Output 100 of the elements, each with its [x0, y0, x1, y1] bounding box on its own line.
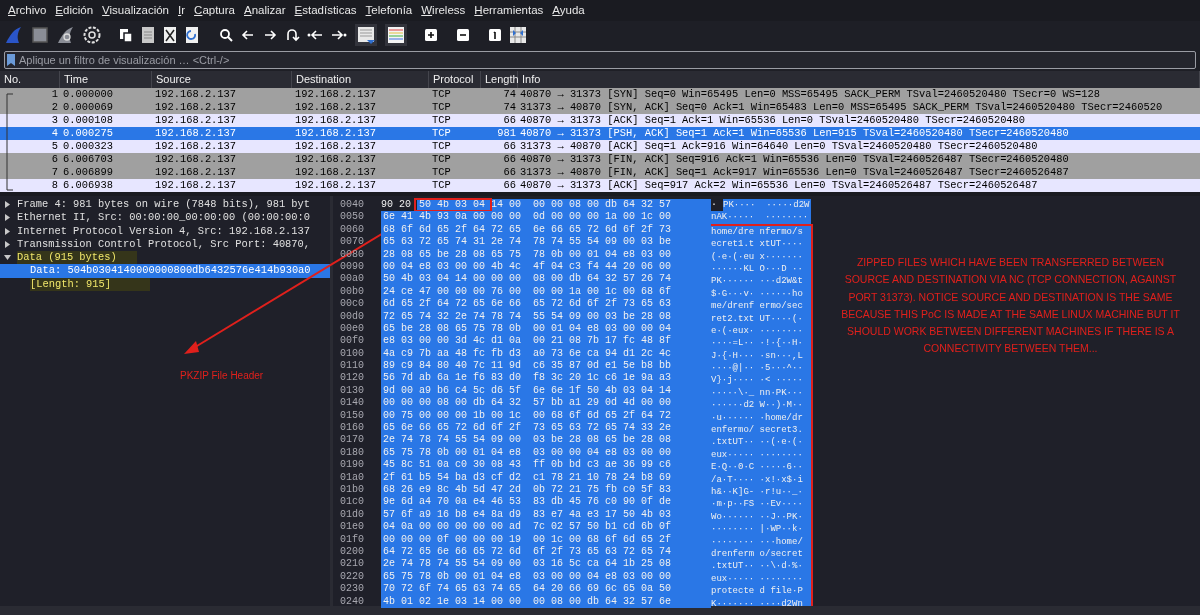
hex-bytes[interactable]: 04 0a 00 00 00 00 00 ad 7c 02 57 50 b1 cd 6b 0f — [381, 521, 711, 534]
colorize-icon[interactable] — [384, 23, 408, 47]
expand-arrow-icon[interactable] — [4, 227, 11, 235]
menu-item[interactable]: Ir — [178, 1, 186, 20]
packet-row[interactable]: 2 0.000069 192.168.2.137 192.168.2.137 TCP 74 31373 → 40870 [SYN, ACK] Seq=0 Ack=1 Win=65483 Len=0 MSS=65495 SACK_PERM TSval=2460520480 TSecr=2460520 — [0, 101, 1200, 114]
ascii-text[interactable]: protecte d file·P — [711, 585, 811, 598]
hex-bytes[interactable]: 9e 6d a4 70 0a e4 46 53 83 db 45 76 c0 90 0f de — [381, 496, 711, 509]
packet-row[interactable]: 7 6.006899 192.168.2.137 192.168.2.137 TCP 66 31373 → 40870 [FIN, ACK] Seq=1 Ack=917 Win=65536 Len=0 TSval=2460526487 TSecr=2460526487 — [0, 166, 1200, 179]
ascii-text[interactable]: ecret1.t xtUT···· — [711, 238, 811, 251]
shark-fin-icon[interactable] — [4, 25, 24, 45]
table-cell-text: TCP — [431, 166, 452, 179]
display-filter-field[interactable]: Aplique un filtro de visualización … <Ctrl-/> — [4, 51, 1196, 69]
menu-item[interactable]: Analizar — [244, 1, 286, 20]
packet-row[interactable]: 4 0.000275 192.168.2.137 192.168.2.137 TCP 981 40870 → 31373 [PSH, ACK] Seq=1 Ack=1 Win=65536 Len=915 TSval=2460520480 TSecr=2460520480 — [0, 127, 1200, 140]
autoscroll-icon[interactable] — [354, 23, 378, 47]
jump-icon[interactable] — [284, 27, 300, 43]
offset-label: 0110 — [340, 360, 364, 373]
hex-bytes[interactable]: 50 4b 03 04 14 00 00 00 08 00 db 64 32 57 26 74 — [381, 273, 711, 286]
table-cell-text: 40870 → 31373 [ACK] Seq=1 Ack=1 Win=65536 Len=0 TSval=2460520480 TSecr=2460520480 — [519, 114, 1027, 127]
ascii-text[interactable]: PK···· ·····d2W — [723, 199, 811, 212]
menu-item[interactable]: Captura — [194, 1, 235, 20]
packet-row[interactable]: 5 0.000323 192.168.2.137 192.168.2.137 TCP 66 31373 → 40870 [ACK] Seq=1 Ack=916 Win=64640 Len=0 TSval=2460520480 TSecr=2460520480 — [0, 140, 1200, 153]
open-file-icon[interactable] — [118, 26, 134, 44]
expand-arrow-icon[interactable] — [4, 214, 11, 222]
offset-label: 0040 — [340, 199, 364, 212]
ascii-text[interactable]: ········ |·WP··k· — [711, 523, 811, 536]
ascii-text[interactable]: ·m·p··FS ··Ev···· — [711, 498, 811, 511]
offset-label: 00f0 — [340, 335, 364, 348]
menu-item[interactable]: Telefonía — [365, 1, 413, 20]
expand-arrow-icon[interactable] — [4, 201, 11, 209]
tree-item[interactable]: Frame 4: 981 bytes on wire (7848 bits), 981 byt — [17, 198, 321, 212]
hex-bytes[interactable]: 6e 41 4b 93 0a 00 00 00 0d 00 00 00 1a 00 1c 00 — [381, 211, 711, 224]
menu-item[interactable]: Visualización — [102, 1, 169, 20]
table-cell-text: 192.168.2.137 — [154, 101, 238, 114]
ascii-text[interactable]: nAK····· ········ — [711, 211, 811, 224]
ascii-text[interactable]: .txtUT·· ··(·e·(· — [711, 436, 811, 449]
shark-fin-restart-icon[interactable] — [56, 25, 76, 45]
bookmark-icon[interactable] — [6, 53, 16, 67]
menu-item[interactable]: Ayuda — [552, 1, 585, 20]
table-cell-text: 8 — [50, 179, 59, 192]
hex-bytes[interactable]: 2e 74 78 74 55 54 09 00 03 16 5c ca 64 1b 25 08 — [381, 558, 711, 571]
tree-item[interactable]: Ethernet II, Src: 00:00:00_00:00:00 (00:00:00:0 — [17, 211, 321, 225]
table-cell-text: 66 — [502, 140, 517, 153]
packet-row[interactable]: 3 0.000108 192.168.2.137 192.168.2.137 TCP 66 40870 → 31373 [ACK] Seq=1 Ack=1 Win=65536 Len=0 TSval=2460520480 TSecr=2460520480 — [0, 114, 1200, 127]
table-cell-text: TCP — [431, 114, 452, 127]
table-cell-text: 0.000275 — [62, 127, 114, 140]
tree-item[interactable]: Internet Protocol Version 4, Src: 192.168.2.137 — [17, 224, 321, 238]
ascii-text[interactable]: ······d2 W··)·M·· — [711, 399, 811, 412]
hex-bytes[interactable]: 6d 65 2f 64 72 65 6e 66 65 72 6d 6f 2f 73 65 63 — [381, 298, 711, 311]
ascii-text[interactable]: V}·j···· ·< ····· — [711, 374, 811, 387]
table-cell-text: 192.168.2.137 — [154, 140, 238, 153]
ascii-text[interactable]: .txtUT·· ··\·d·%· — [711, 560, 811, 573]
menu-item[interactable]: Herramientas — [474, 1, 544, 20]
settings-icon[interactable] — [82, 25, 102, 45]
hex-bytes[interactable]: 50 4b 03 04 14 00 00 00 08 00 db 64 32 57 — [417, 199, 711, 212]
offset-label: 00c0 — [340, 298, 364, 311]
normal-size-icon[interactable] — [488, 28, 502, 42]
resize-columns-icon[interactable] — [508, 25, 528, 45]
menu-item[interactable]: Edición — [55, 1, 94, 20]
hex-bytes[interactable]: 45 8c 51 0a c0 30 08 43 ff 0b bd c3 ae 36 99 c6 — [381, 459, 711, 472]
table-cell-text: 5 — [50, 140, 59, 153]
table-cell-text: 31373 → 40870 [ACK] Seq=1 Ack=916 Win=64640 Len=0 TSval=2460520480 TSecr=2460520480 — [519, 140, 1039, 153]
table-cell-text: 0.000000 — [62, 88, 114, 101]
reload-file-icon[interactable] — [184, 25, 200, 45]
offset-label: 01a0 — [340, 471, 364, 484]
ascii-text[interactable]: me/drenf ermo/sec — [711, 300, 811, 313]
hex-bytes[interactable]: e8 03 00 00 3d 4c d1 0a 00 21 08 7b 17 fc 48 8f — [381, 335, 711, 348]
zoom-out-icon[interactable] — [456, 28, 470, 42]
ascii-text[interactable]: PK······ ···d2W&t — [711, 275, 811, 288]
menu-item[interactable]: Archivo — [8, 1, 47, 20]
hex-bytes[interactable]: 56 7d ab 6a 1e f6 83 d0 f8 3c 20 1c c6 1e 9a a3 — [381, 372, 711, 385]
menu-item[interactable]: Wireless — [421, 1, 466, 20]
table-cell-text: 192.168.2.137 — [294, 179, 378, 192]
hex-bytes[interactable]: 2e 74 78 74 55 54 09 00 03 be 28 08 65 be 28 08 — [381, 434, 711, 447]
packet-row[interactable]: 8 6.006938 192.168.2.137 192.168.2.137 TCP 66 40870 → 31373 [ACK] Seq=917 Ack=2 Win=65536 Len=0 TSval=2460526487 TSecr=2460526487 — [0, 179, 1200, 192]
tree-item[interactable]: Transmission Control Protocol, Src Port: 40870, — [17, 237, 321, 252]
hex-bytes[interactable]: 89 c9 84 80 40 7c 11 9d c6 35 87 0d e1 5e b8 bb — [381, 360, 711, 373]
hex-bytes[interactable]: 00 00 00 08 00 db 64 32 57 bb a1 29 0d 4d 00 00 — [381, 397, 711, 410]
collapse-arrow-icon[interactable] — [4, 254, 11, 262]
ascii-text[interactable]: ····=L·· ·!·{··H· — [711, 337, 811, 350]
ascii-text[interactable]: E·Q··0·C ·····6·· — [711, 461, 811, 474]
search-icon[interactable] — [218, 27, 234, 43]
hex-bytes[interactable]: 65 63 72 65 74 31 2e 74 78 74 55 54 09 00 03 be — [381, 236, 711, 249]
hex-bytes[interactable]: 65 6e 66 65 72 6d 6f 2f 73 65 63 72 65 74 33 2e — [381, 422, 711, 435]
hex-bytes[interactable]: 70 72 6f 74 65 63 74 65 64 20 66 69 6c 65 0a 50 — [381, 583, 711, 596]
stop-icon[interactable] — [30, 25, 50, 45]
ascii-text[interactable]: enfermo/ secret3. — [711, 424, 811, 437]
ascii-text[interactable]: ····@|·· ·5···^·· — [711, 362, 811, 375]
menu-item[interactable]: Estadísticas — [294, 1, 357, 20]
expand-arrow-icon[interactable] — [4, 241, 11, 249]
close-file-icon[interactable] — [162, 25, 178, 45]
offset-label: 01b0 — [340, 484, 364, 497]
file-icon[interactable] — [140, 25, 156, 45]
packet-row[interactable]: 1 0.000000 192.168.2.137 192.168.2.137 TCP 74 40870 → 31373 [SYN] Seq=0 Win=65495 Len=0 MSS=65495 SACK_PERM TSval=2460520480 TSecr=0 WS=128 — [0, 88, 1200, 101]
packet-row[interactable]: 6 6.006703 192.168.2.137 192.168.2.137 TCP 66 40870 → 31373 [FIN, ACK] Seq=916 Ack=1 Win=65536 Len=0 TSval=2460526487 TSecr=2460520480 — [0, 153, 1200, 166]
tree-item[interactable]: Data (915 bytes) — [17, 251, 137, 265]
zoom-in-icon[interactable] — [424, 28, 438, 42]
ascii-text[interactable]: home/dre nfermo/s — [711, 225, 811, 239]
table-cell-text: TCP — [431, 101, 452, 114]
offset-label: 0220 — [340, 570, 364, 584]
